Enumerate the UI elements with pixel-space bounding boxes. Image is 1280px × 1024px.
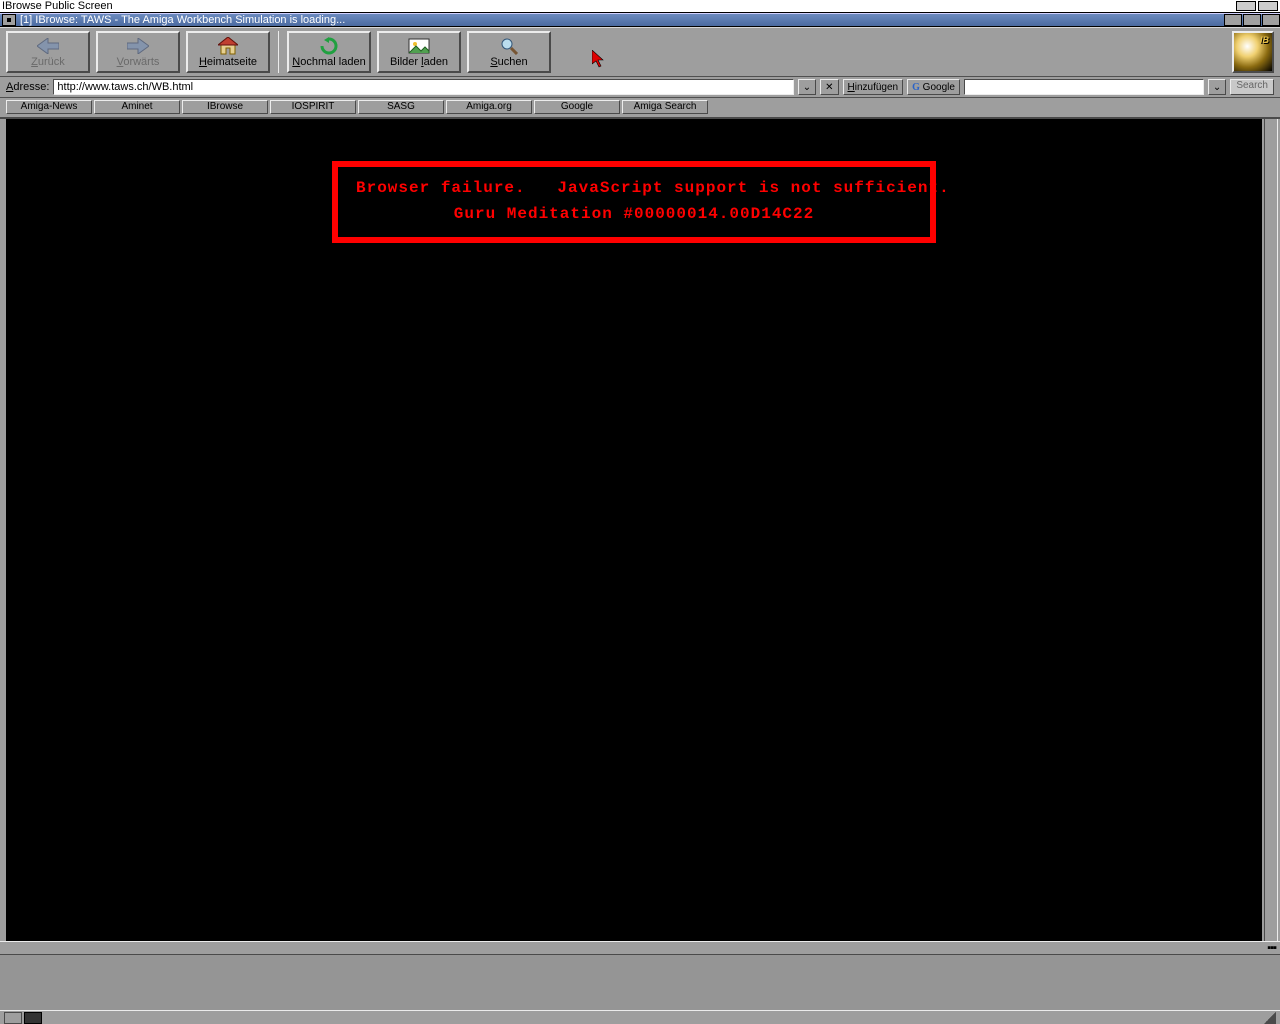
address-label: Adresse: [6, 81, 49, 93]
bookmarks-bar: Amiga-News Aminet IBrowse IOSPIRIT SASG … [0, 98, 1280, 119]
x-icon: ✕ [825, 82, 833, 93]
ibrowse-logo-icon [1232, 31, 1274, 73]
search-input[interactable] [964, 79, 1204, 95]
task-item[interactable] [24, 1012, 42, 1024]
home-icon [216, 37, 240, 55]
search-engine-selector[interactable]: G Google [907, 79, 960, 95]
url-history-dropdown[interactable]: ⌄ [798, 79, 816, 95]
chevron-down-icon: ⌄ [1213, 82, 1221, 93]
search-go-button[interactable]: Search [1230, 79, 1274, 95]
reload-button[interactable]: Nochmal laden [287, 31, 371, 73]
back-label: urück [38, 56, 65, 68]
search-button[interactable]: Suchen [467, 31, 551, 73]
arrow-right-icon [126, 37, 150, 55]
page-viewport[interactable]: Browser failure. JavaScript support is n… [6, 119, 1262, 941]
toolbar: Zurück Vorwärts Heimatseite Nochmal lade… [0, 27, 1280, 77]
taskbar [0, 1010, 1280, 1024]
back-button[interactable]: Zurück [6, 31, 90, 73]
url-input[interactable] [53, 79, 793, 95]
iconify-icon[interactable] [1224, 14, 1242, 26]
content-area: Browser failure. JavaScript support is n… [0, 119, 1280, 941]
error-line-2: Guru Meditation #00000014.00D14C22 [356, 205, 912, 223]
bookmark-item[interactable]: IOSPIRIT [270, 100, 356, 114]
chevron-down-icon: ⌄ [803, 82, 811, 93]
reload-icon [317, 37, 341, 55]
depth-icon[interactable] [1262, 14, 1280, 26]
bookmark-item[interactable]: Amiga Search [622, 100, 708, 114]
loadimg-label-post: aden [424, 56, 448, 68]
add-bookmark-button[interactable]: Hinzufügen [843, 79, 904, 95]
bookmark-item[interactable]: Amiga.org [446, 100, 532, 114]
close-icon[interactable] [2, 14, 16, 26]
bookmark-item[interactable]: Aminet [94, 100, 180, 114]
zoom-icon[interactable] [1243, 14, 1261, 26]
search-history-dropdown[interactable]: ⌄ [1208, 79, 1226, 95]
bookmark-item[interactable]: SASG [358, 100, 444, 114]
search-label: uchen [498, 56, 528, 68]
screen-gadgets [1236, 1, 1278, 11]
separator [278, 31, 279, 73]
task-item[interactable] [4, 1012, 22, 1024]
size-gadget-icon[interactable]: ▪▪▪ [1267, 942, 1276, 954]
error-line-1: Browser failure. JavaScript support is n… [356, 179, 912, 197]
address-bar: Adresse: ⌄ ✕ Hinzufügen G Google ⌄ Searc… [0, 77, 1280, 98]
bookmark-item[interactable]: Google [534, 100, 620, 114]
reload-label: ochmal laden [300, 56, 365, 68]
url-clear-button[interactable]: ✕ [820, 79, 838, 95]
screen-title: IBrowse Public Screen [2, 0, 113, 12]
search-icon [497, 37, 521, 55]
loadimg-label-pre: Bilder [390, 56, 421, 68]
window-title: [1] IBrowse: TAWS - The Amiga Workbench … [20, 14, 345, 26]
screen-titlebar: IBrowse Public Screen [0, 0, 1280, 13]
screen-depth-gadget-icon[interactable] [1236, 1, 1256, 11]
bookmark-item[interactable]: IBrowse [182, 100, 268, 114]
arrow-left-icon [36, 37, 60, 55]
window-titlebar[interactable]: [1] IBrowse: TAWS - The Amiga Workbench … [0, 13, 1280, 27]
guru-meditation-box: Browser failure. JavaScript support is n… [332, 161, 936, 243]
forward-label: orwärts [123, 56, 159, 68]
bookmark-item[interactable]: Amiga-News [6, 100, 92, 114]
home-button[interactable]: Heimatseite [186, 31, 270, 73]
screen-depth-gadget2-icon[interactable] [1258, 1, 1278, 11]
forward-button[interactable]: Vorwärts [96, 31, 180, 73]
vertical-scrollbar[interactable] [1264, 119, 1278, 941]
resize-handle-icon[interactable] [1264, 1012, 1276, 1024]
window-status-bar: ▪▪▪ [0, 941, 1280, 955]
load-images-button[interactable]: Bilder laden [377, 31, 461, 73]
home-label: eimatseite [207, 56, 257, 68]
image-icon [407, 37, 431, 55]
